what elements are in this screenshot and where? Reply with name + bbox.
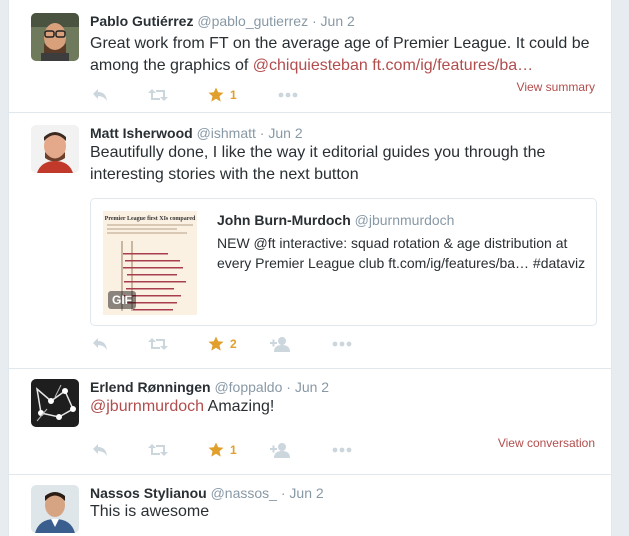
author-handle[interactable]: @foppaldo: [214, 379, 282, 395]
tweet[interactable]: Nassos Stylianou @nassos_ · Jun 2 This i…: [9, 474, 611, 536]
reply-icon[interactable]: [92, 440, 108, 460]
favorite-action[interactable]: 1: [208, 440, 237, 460]
author-handle[interactable]: @ishmatt: [197, 125, 256, 141]
card-thumbnail[interactable]: Premier League first XIs compared GIF: [103, 211, 197, 315]
tweet-actions: 2: [90, 334, 600, 354]
favorite-action[interactable]: 1: [208, 85, 237, 105]
thumb-title: Premier League first XIs compared: [105, 216, 196, 222]
star-icon: [208, 442, 224, 457]
separator: ·: [286, 379, 291, 395]
follow-icon[interactable]: [270, 440, 290, 460]
card-author-handle[interactable]: @jburnmurdoch: [355, 212, 455, 228]
star-icon: [208, 336, 224, 351]
favorite-action[interactable]: 2: [208, 334, 237, 354]
separator: ·: [311, 13, 317, 29]
view-summary-link[interactable]: View summary: [517, 80, 595, 94]
separator: ·: [259, 125, 265, 141]
retweet-icon[interactable]: [148, 85, 168, 105]
card-text: NEW @ft interactive: squad rotation & ag…: [217, 235, 586, 271]
tweet-text: Beautifully done, I like the way it edit…: [90, 144, 546, 183]
tweet-text: @jburnmurdoch Amazing!: [90, 396, 600, 418]
more-icon[interactable]: [278, 85, 298, 105]
author-name[interactable]: Nassos Stylianou: [90, 485, 207, 501]
tweet-date[interactable]: Jun 2: [295, 379, 329, 395]
card-header: John Burn-Murdoch @jburnmurdoch: [217, 211, 587, 229]
tweet-header: Nassos Stylianou @nassos_ · Jun 2: [90, 484, 324, 502]
avatar[interactable]: [31, 13, 79, 61]
author-name[interactable]: Matt Isherwood: [90, 125, 193, 141]
avatar[interactable]: [31, 485, 79, 533]
separator: ·: [280, 485, 286, 501]
url-link[interactable]: ft.com/ig/features/ba…: [372, 57, 533, 74]
view-conversation-link[interactable]: View conversation: [498, 436, 595, 450]
card-body: John Burn-Murdoch @jburnmurdoch NEW @ft …: [217, 211, 587, 273]
tweet-text: This is awesome: [90, 503, 210, 520]
card-author-name[interactable]: John Burn-Murdoch: [217, 212, 351, 228]
retweet-icon[interactable]: [148, 334, 168, 354]
star-icon: [208, 87, 224, 102]
tweet-text-part: Amazing!: [204, 398, 275, 415]
quoted-tweet-card[interactable]: Premier League first XIs compared GIF Jo…: [90, 198, 597, 326]
favorite-count: 1: [230, 88, 237, 102]
favorite-count: 1: [230, 443, 237, 457]
tweet[interactable]: Erlend Rønningen @foppaldo · Jun 2 @jbur…: [9, 368, 611, 475]
mention-link[interactable]: @chiquiesteban: [253, 57, 368, 74]
more-icon[interactable]: [332, 440, 352, 460]
tweet-date[interactable]: Jun 2: [268, 125, 302, 141]
author-name[interactable]: Erlend Rønningen: [90, 379, 211, 395]
tweet[interactable]: Pablo Gutiérrez @pablo_gutierrez · Jun 2…: [9, 0, 611, 113]
tweet-header: Pablo Gutiérrez @pablo_gutierrez · Jun 2: [90, 12, 355, 30]
more-icon[interactable]: [332, 334, 352, 354]
follow-icon[interactable]: [270, 334, 290, 354]
mention-link[interactable]: @jburnmurdoch: [90, 398, 204, 415]
author-name[interactable]: Pablo Gutiérrez: [90, 13, 193, 29]
tweet-text: Great work from FT on the average age of…: [90, 33, 600, 77]
timeline: Pablo Gutiérrez @pablo_gutierrez · Jun 2…: [8, 0, 612, 536]
gif-badge: GIF: [108, 291, 136, 309]
tweet-date[interactable]: Jun 2: [289, 485, 323, 501]
retweet-icon[interactable]: [148, 440, 168, 460]
tweet-header: Matt Isherwood @ishmatt · Jun 2: [90, 124, 303, 142]
favorite-count: 2: [230, 337, 237, 351]
tweet-header: Erlend Rønningen @foppaldo · Jun 2: [90, 378, 329, 396]
author-handle[interactable]: @pablo_gutierrez: [197, 13, 308, 29]
reply-icon[interactable]: [92, 334, 108, 354]
reply-icon[interactable]: [92, 85, 108, 105]
tweet-date[interactable]: Jun 2: [321, 13, 355, 29]
tweet[interactable]: Matt Isherwood @ishmatt · Jun 2 Beautifu…: [9, 112, 611, 369]
author-handle[interactable]: @nassos_: [211, 485, 277, 501]
avatar[interactable]: [31, 125, 79, 173]
avatar[interactable]: [31, 379, 79, 427]
